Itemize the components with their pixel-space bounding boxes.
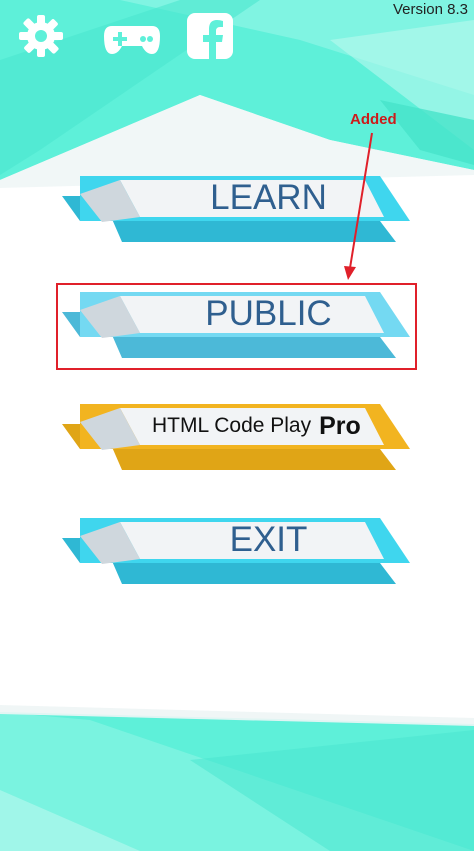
learn-button[interactable]: LEARN: [62, 172, 410, 247]
pro-suffix: Pro: [319, 411, 361, 440]
pro-label: HTML Code Play: [152, 414, 312, 437]
annotation-highlight-box: [56, 283, 417, 370]
html-code-play-pro-button[interactable]: HTML Code Play Pro: [62, 400, 410, 475]
exit-label: EXIT: [229, 520, 308, 559]
exit-button[interactable]: EXIT: [62, 514, 410, 589]
facebook-icon[interactable]: [186, 12, 234, 65]
learn-label: LEARN: [210, 178, 327, 217]
annotation-label: Added: [350, 111, 397, 128]
version-label: Version 8.3: [392, 1, 468, 18]
gear-icon[interactable]: [16, 12, 66, 65]
gamepad-icon[interactable]: [102, 22, 162, 63]
pro-label-wrap: HTML Code Play Pro: [152, 404, 361, 448]
